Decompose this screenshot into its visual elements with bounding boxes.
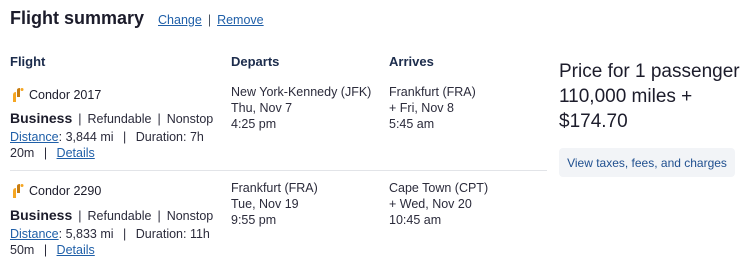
cabin-class: Business <box>10 207 73 223</box>
arrival-date: + Fri, Nov 8 <box>389 101 454 115</box>
arrival-date: + Wed, Nov 20 <box>389 197 472 211</box>
column-header-arrives: Arrives <box>389 54 434 69</box>
arrival-info: Frankfurt (FRA) + Fri, Nov 8 5:45 am <box>389 84 476 132</box>
condor-logo-icon <box>13 88 24 102</box>
remove-link[interactable]: Remove <box>217 13 264 27</box>
airline-info: Condor 2290 <box>10 183 101 199</box>
departure-info: Frankfurt (FRA) Tue, Nov 19 9:55 pm <box>231 180 318 228</box>
flight-segment-row: Condor 2290 Business | Refundable | Nons… <box>0 171 548 270</box>
arrival-time: 5:45 am <box>389 117 435 131</box>
details-link[interactable]: Details <box>57 243 95 257</box>
price-summary: Price for 1 passenger 110,000 miles + $1… <box>559 61 740 132</box>
details-link[interactable]: Details <box>57 146 95 160</box>
segment-meta: Distance: 5,833 mi | Duration: 11h 50m |… <box>10 227 210 257</box>
distance-link[interactable]: Distance <box>10 227 59 241</box>
refund-status: Refundable <box>87 112 152 126</box>
arrival-airport: Cape Town (CPT) <box>389 181 489 195</box>
flight-summary-header: Flight summary Change | Remove <box>10 8 264 29</box>
airline-flight-number: Condor 2017 <box>29 88 102 102</box>
stops-info: Nonstop <box>166 112 214 126</box>
arrival-time: 10:45 am <box>389 213 442 227</box>
airline-info: Condor 2017 <box>10 87 101 103</box>
distance-value: : 3,844 mi <box>58 130 114 144</box>
column-header-departs: Departs <box>231 54 280 69</box>
departure-date: Tue, Nov 19 <box>231 197 299 211</box>
departure-airport: Frankfurt (FRA) <box>231 181 318 195</box>
page-title: Flight summary <box>10 8 145 28</box>
condor-logo-icon <box>13 184 24 198</box>
arrival-info: Cape Town (CPT) + Wed, Nov 20 10:45 am <box>389 180 488 228</box>
header-actions: Change | Remove <box>158 13 264 27</box>
airline-flight-number: Condor 2290 <box>29 184 102 198</box>
view-taxes-button[interactable]: View taxes, fees, and charges <box>559 148 735 177</box>
distance-value: : 5,833 mi <box>58 227 114 241</box>
change-link[interactable]: Change <box>158 13 202 27</box>
arrival-airport: Frankfurt (FRA) <box>389 85 476 99</box>
stops-info: Nonstop <box>166 209 214 223</box>
departure-info: New York-Kennedy (JFK) Thu, Nov 7 4:25 p… <box>231 84 371 132</box>
fare-info: Business | Refundable | Nonstop <box>10 207 214 223</box>
column-header-flight: Flight <box>10 54 46 69</box>
cabin-class: Business <box>10 110 73 126</box>
distance-link[interactable]: Distance <box>10 130 59 144</box>
fare-info: Business | Refundable | Nonstop <box>10 110 214 126</box>
refund-status: Refundable <box>87 209 152 223</box>
departure-time: 9:55 pm <box>231 213 277 227</box>
departure-time: 4:25 pm <box>231 117 277 131</box>
segment-meta: Distance: 3,844 mi | Duration: 7h 20m | … <box>10 130 204 160</box>
departure-airport: New York-Kennedy (JFK) <box>231 85 372 99</box>
flight-segment-row: Condor 2017 Business | Refundable | Nons… <box>0 78 548 170</box>
header-separator: | <box>207 13 212 27</box>
departure-date: Thu, Nov 7 <box>231 101 293 115</box>
